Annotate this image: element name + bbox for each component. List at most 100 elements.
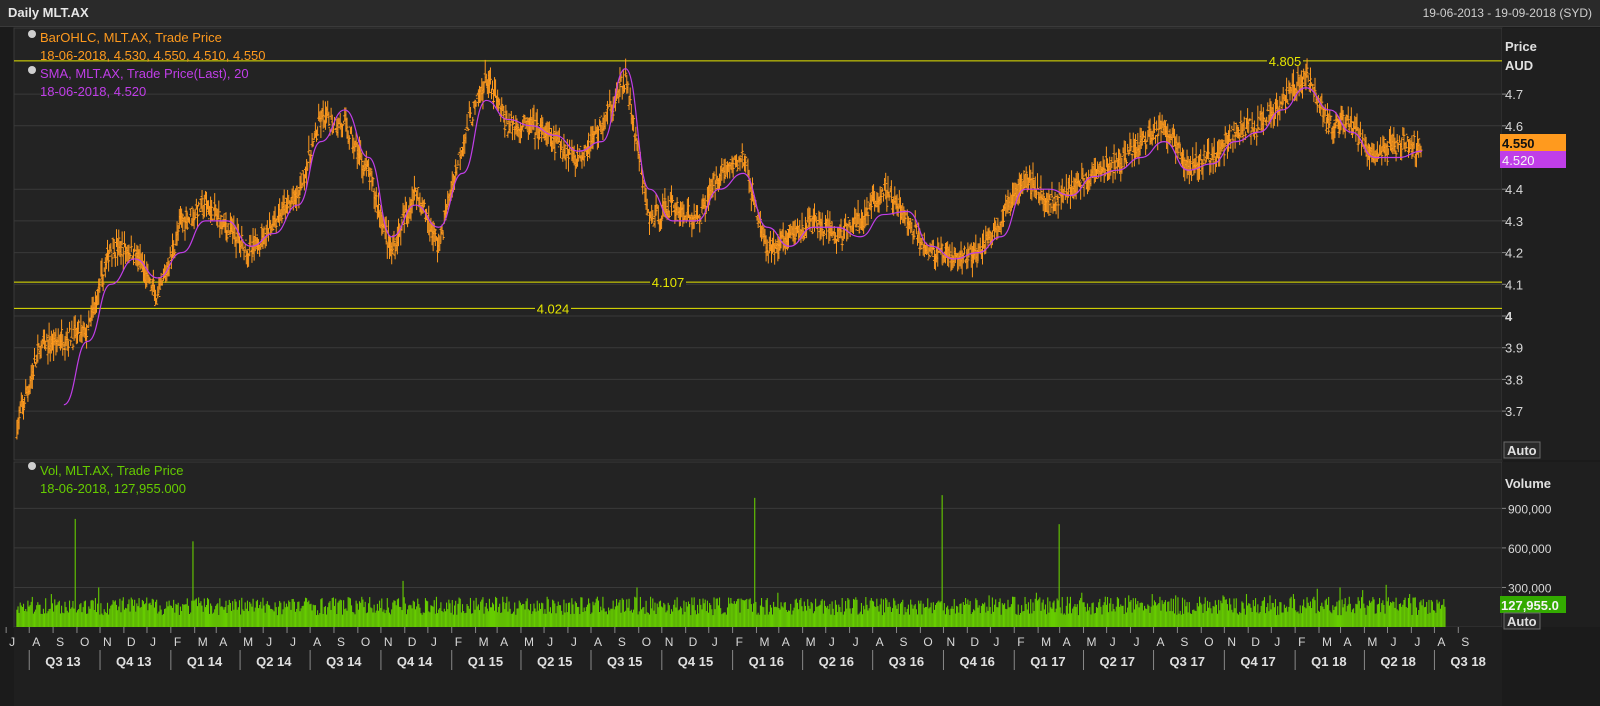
month-label: M <box>243 635 253 649</box>
quarter-label: Q4 13 <box>116 654 151 669</box>
month-label: M <box>524 635 534 649</box>
quarter-label: Q2 14 <box>256 654 292 669</box>
month-label: A <box>1437 635 1445 649</box>
last-sma-flag: 4.520 <box>1500 151 1566 168</box>
month-label: S <box>618 635 626 649</box>
month-label: M <box>1367 635 1377 649</box>
month-label: J <box>547 635 553 649</box>
last-volume-flag: 127,955.0 <box>1500 596 1566 613</box>
volume-auto-label[interactable]: Auto <box>1507 614 1537 629</box>
month-label: M <box>1041 635 1051 649</box>
month-label: J <box>290 635 296 649</box>
month-label: J <box>571 635 577 649</box>
last-price-flag: 4.550 <box>1500 134 1566 151</box>
price-auto-label[interactable]: Auto <box>1507 443 1537 458</box>
price-auto-button[interactable]: Auto <box>1503 441 1541 459</box>
month-label: J <box>853 635 859 649</box>
month-label: S <box>900 635 908 649</box>
legend-toggle-icon[interactable] <box>28 66 36 74</box>
month-label: F <box>455 635 462 649</box>
quarter-label: Q3 14 <box>326 654 362 669</box>
volume-tick-label: 300,000 <box>1508 581 1552 595</box>
month-label: A <box>500 635 508 649</box>
volume-auto-button[interactable]: Auto <box>1503 612 1541 630</box>
quarter-label: Q2 15 <box>537 654 572 669</box>
month-label: J <box>1414 635 1420 649</box>
date-range: 19-06-2013 - 19-09-2018 (SYD) <box>1422 6 1592 20</box>
month-label: A <box>313 635 321 649</box>
month-label: O <box>361 635 370 649</box>
quarter-label: Q4 15 <box>678 654 713 669</box>
price-tick-label: 4 <box>1505 309 1513 324</box>
month-label: M <box>806 635 816 649</box>
month-label: A <box>876 635 884 649</box>
month-label: F <box>1017 635 1024 649</box>
volume-axis-label: Volume <box>1505 476 1551 491</box>
legend-toggle-icon[interactable] <box>28 462 36 470</box>
month-label: A <box>594 635 602 649</box>
last-price-label: 4.550 <box>1502 136 1535 151</box>
month-label: S <box>337 635 345 649</box>
month-label: F <box>174 635 181 649</box>
quarter-label: Q2 17 <box>1100 654 1135 669</box>
price-tick-label: 4.2 <box>1505 246 1523 261</box>
ohlc-legend-values: 18-06-2018, 4.530, 4.550, 4.510, 4.550 <box>40 48 266 63</box>
month-label: S <box>1461 635 1469 649</box>
month-label: O <box>80 635 89 649</box>
month-label: D <box>970 635 979 649</box>
volume-legend-values: 18-06-2018, 127,955.000 <box>40 481 186 496</box>
quarter-label: Q1 17 <box>1030 654 1065 669</box>
quarter-label: Q4 17 <box>1240 654 1275 669</box>
month-label: D <box>127 635 136 649</box>
volume-axis-ticks: 900,000 600,000 300,000 <box>1502 502 1552 595</box>
month-label: M <box>1087 635 1097 649</box>
title-bar: Daily MLT.AX 19-06-2013 - 19-09-2018 (SY… <box>0 0 1600 27</box>
quarter-label: Q1 14 <box>187 654 223 669</box>
price-tick-label: 3.8 <box>1505 372 1523 387</box>
month-label: J <box>1274 635 1280 649</box>
month-label: O <box>1204 635 1213 649</box>
month-label: F <box>736 635 743 649</box>
month-label: J <box>150 635 156 649</box>
month-label: D <box>689 635 698 649</box>
month-label: A <box>219 635 227 649</box>
quarter-label: Q1 18 <box>1311 654 1346 669</box>
price-panel[interactable] <box>13 27 1503 461</box>
price-tick-label: 4.4 <box>1505 182 1523 197</box>
month-label: F <box>1298 635 1305 649</box>
month-label: A <box>32 635 40 649</box>
month-label: J <box>829 635 835 649</box>
ohlc-legend-title: BarOHLC, MLT.AX, Trade Price <box>40 30 222 45</box>
month-label: J <box>1133 635 1139 649</box>
price-tick-label: 3.9 <box>1505 341 1523 356</box>
quarter-label: Q3 16 <box>889 654 924 669</box>
volume-legend-title: Vol, MLT.AX, Trade Price <box>40 463 184 478</box>
price-tick-label: 4.7 <box>1505 87 1523 102</box>
price-tick-label: 3.7 <box>1505 404 1523 419</box>
price-tick-label: 4.1 <box>1505 277 1523 292</box>
reference-label: 4.024 <box>537 301 570 316</box>
chart-canvas[interactable]: 4.805 4.107 4.024 BarOHLC, MLT.AX, Trade P… <box>0 26 1600 706</box>
month-label: J <box>1110 635 1116 649</box>
month-label: A <box>782 635 790 649</box>
month-label: A <box>1157 635 1165 649</box>
quarter-label: Q2 18 <box>1380 654 1415 669</box>
month-label: D <box>1251 635 1260 649</box>
quarter-label: Q3 18 <box>1450 654 1485 669</box>
volume-tick-label: 900,000 <box>1508 502 1552 516</box>
month-label: J <box>9 635 15 649</box>
month-label: A <box>1344 635 1352 649</box>
month-label: M <box>1322 635 1332 649</box>
month-label: N <box>946 635 955 649</box>
month-label: J <box>266 635 272 649</box>
month-label: S <box>56 635 64 649</box>
price-axis-label: Price <box>1505 39 1537 54</box>
legend-toggle-icon[interactable] <box>28 30 36 38</box>
chart-title: Daily MLT.AX <box>8 5 89 20</box>
volume-panel[interactable] <box>13 461 1503 628</box>
month-label: O <box>642 635 651 649</box>
month-label: J <box>993 635 999 649</box>
month-label: N <box>103 635 112 649</box>
month-label: A <box>1063 635 1071 649</box>
month-label: N <box>1227 635 1236 649</box>
